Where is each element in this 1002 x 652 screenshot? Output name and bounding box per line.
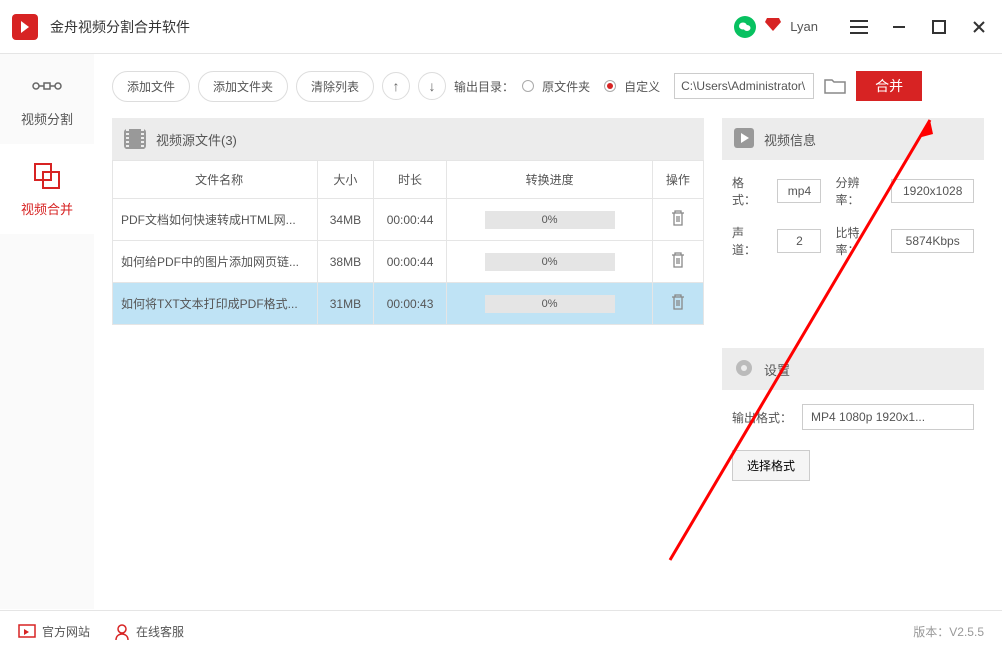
radio-original[interactable] <box>522 80 534 92</box>
merge-icon <box>32 161 62 191</box>
username: Lyan <box>790 19 818 34</box>
source-files-header: 视频源文件(3) <box>112 118 704 160</box>
sidebar-item-split[interactable]: 视频分割 <box>0 54 94 144</box>
file-duration-cell: 00:00:44 <box>373 241 447 283</box>
resolution-value: 1920x1028 <box>891 179 974 203</box>
channel-value: 2 <box>777 229 821 253</box>
file-progress-cell: 0% <box>447 199 652 241</box>
bottom-bar: 官方网站 在线客服 版本：V2.5.5 <box>0 610 1002 652</box>
video-info-header: 视频信息 <box>722 118 984 160</box>
file-name-cell: PDF文档如何快速转成HTML网... <box>113 199 318 241</box>
col-size: 大小 <box>318 161 373 199</box>
file-progress-cell: 0% <box>447 241 652 283</box>
wechat-icon <box>734 16 756 38</box>
diamond-icon <box>764 16 782 37</box>
online-service-link[interactable]: 在线客服 <box>114 623 184 641</box>
video-info-title: 视频信息 <box>764 130 816 149</box>
format-value: mp4 <box>777 179 821 203</box>
col-action: 操作 <box>652 161 703 199</box>
file-size-cell: 31MB <box>318 283 373 325</box>
settings-header: 设置 <box>722 348 984 390</box>
merge-button[interactable]: 合并 <box>856 71 922 101</box>
add-folder-button[interactable]: 添加文件夹 <box>198 71 288 102</box>
official-site-link[interactable]: 官方网站 <box>18 623 90 640</box>
delete-icon[interactable] <box>670 251 686 269</box>
channel-label: 声道： <box>732 224 763 258</box>
add-file-button[interactable]: 添加文件 <box>112 71 190 102</box>
move-down-button[interactable]: ↓ <box>418 72 446 100</box>
close-icon[interactable] <box>968 16 990 38</box>
title-bar: 金舟视频分割合并软件 Lyan <box>0 0 1002 54</box>
file-name-cell: 如何将TXT文本打印成PDF格式... <box>113 283 318 325</box>
output-dir-label: 输出目录： <box>454 78 514 95</box>
file-name-cell: 如何给PDF中的图片添加网页链... <box>113 241 318 283</box>
sidebar: 视频分割 视频合并 <box>0 54 94 609</box>
online-service-label: 在线客服 <box>136 623 184 640</box>
file-size-cell: 34MB <box>318 199 373 241</box>
minimize-icon[interactable] <box>888 16 910 38</box>
bitrate-value: 5874Kbps <box>891 229 974 253</box>
app-title: 金舟视频分割合并软件 <box>50 17 734 37</box>
resolution-label: 分辨率： <box>835 174 877 208</box>
play-icon <box>734 128 754 151</box>
browse-folder-icon[interactable] <box>822 73 848 99</box>
radio-custom-label: 自定义 <box>624 78 660 95</box>
file-progress-cell: 0% <box>447 283 652 325</box>
window-controls <box>848 16 990 38</box>
col-progress: 转换进度 <box>447 161 652 199</box>
radio-custom[interactable] <box>604 80 616 92</box>
format-label: 格式： <box>732 174 763 208</box>
app-logo <box>12 14 38 40</box>
table-row[interactable]: 如何将TXT文本打印成PDF格式... 31MB 00:00:43 0% <box>113 283 704 325</box>
col-name: 文件名称 <box>113 161 318 199</box>
split-icon <box>32 71 62 101</box>
sidebar-label-split: 视频分割 <box>21 109 73 128</box>
source-files-title: 视频源文件(3) <box>156 130 237 149</box>
film-icon <box>124 129 146 149</box>
official-site-label: 官方网站 <box>42 623 90 640</box>
gear-icon <box>734 358 754 381</box>
output-path-input[interactable] <box>674 73 814 99</box>
version-text: 版本：V2.5.5 <box>913 623 984 640</box>
table-row[interactable]: PDF文档如何快速转成HTML网... 34MB 00:00:44 0% <box>113 199 704 241</box>
out-format-label: 输出格式： <box>732 409 792 426</box>
menu-icon[interactable] <box>848 16 870 38</box>
settings-title: 设置 <box>764 360 790 379</box>
maximize-icon[interactable] <box>928 16 950 38</box>
radio-original-label: 原文件夹 <box>542 78 590 95</box>
toolbar: 添加文件 添加文件夹 清除列表 ↑ ↓ 输出目录： 原文件夹 自定义 合并 <box>112 66 984 106</box>
sidebar-item-merge[interactable]: 视频合并 <box>0 144 94 234</box>
file-duration-cell: 00:00:43 <box>373 283 447 325</box>
table-row[interactable]: 如何给PDF中的图片添加网页链... 38MB 00:00:44 0% <box>113 241 704 283</box>
col-duration: 时长 <box>373 161 447 199</box>
delete-icon[interactable] <box>670 209 686 227</box>
file-duration-cell: 00:00:44 <box>373 199 447 241</box>
out-format-value: MP4 1080p 1920x1... <box>802 404 974 430</box>
choose-format-button[interactable]: 选择格式 <box>732 450 810 481</box>
file-size-cell: 38MB <box>318 241 373 283</box>
move-up-button[interactable]: ↑ <box>382 72 410 100</box>
sidebar-label-merge: 视频合并 <box>21 199 73 218</box>
file-table: 文件名称 大小 时长 转换进度 操作 PDF文档如何快速转成HTML网... 3… <box>112 160 704 325</box>
user-area: Lyan <box>734 16 818 38</box>
bitrate-label: 比特率： <box>835 224 877 258</box>
clear-list-button[interactable]: 清除列表 <box>296 71 374 102</box>
delete-icon[interactable] <box>670 293 686 311</box>
